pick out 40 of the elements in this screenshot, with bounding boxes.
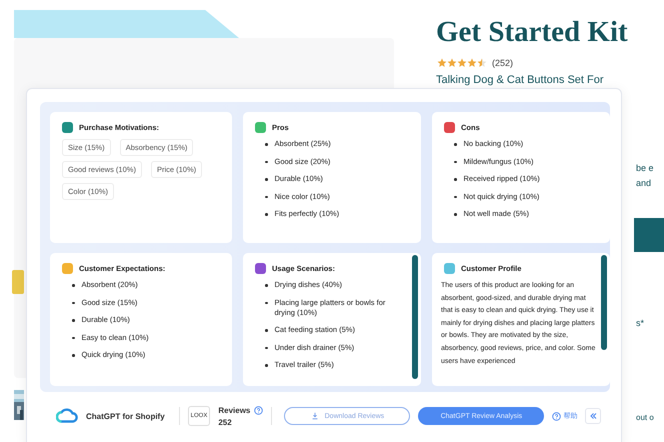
collapse-button[interactable]: [585, 408, 602, 424]
bullet-icon: [265, 329, 268, 332]
bullet-icon: [265, 346, 268, 349]
bullet-icon: [454, 213, 456, 216]
scrollbar[interactable]: [601, 255, 607, 350]
bullet-icon: [72, 319, 74, 322]
product-subtitle: Talking Dog & Cat Buttons Set For: [436, 74, 605, 86]
bullet-icon: [454, 160, 456, 163]
cloud-logo-icon: [56, 408, 78, 424]
rating-count: (252): [492, 58, 514, 68]
scrollbar[interactable]: [412, 255, 418, 379]
bullet-icon: [265, 213, 268, 216]
reviews-label: Reviews: [218, 406, 250, 414]
bullet-icon: [265, 284, 268, 286]
brand-name: ChatGPT for Shopify: [86, 412, 165, 420]
bullet-icon: [72, 302, 74, 304]
bullet-icon: [72, 354, 74, 356]
text-fragment: s*: [636, 318, 644, 328]
bullet-icon: [265, 178, 268, 180]
collapse-icon: [588, 411, 598, 421]
text-fragment: out o: [636, 413, 654, 422]
bullet-icon: [265, 302, 268, 304]
bullet-icon: [265, 364, 268, 366]
color-swatch: [634, 218, 664, 252]
help-icon: [552, 412, 562, 420]
bullet-icon: [454, 196, 456, 198]
text-fragment: and: [636, 178, 652, 188]
bullet-icon: [265, 160, 268, 163]
bullet-icon: [72, 336, 74, 339]
reviews-count: 252: [218, 418, 233, 426]
download-icon: [310, 412, 319, 420]
product-thumbnail: [12, 270, 24, 294]
bullet-icon: [454, 143, 456, 146]
bullet-icon: [454, 178, 456, 180]
bullet-icon: [265, 143, 268, 146]
product-title: Get Started Kit: [436, 16, 628, 49]
bullet-icon: [72, 284, 74, 286]
help-icon[interactable]: [254, 406, 264, 414]
text-fragment: be e: [636, 163, 654, 173]
bullet-icon: [265, 196, 268, 198]
